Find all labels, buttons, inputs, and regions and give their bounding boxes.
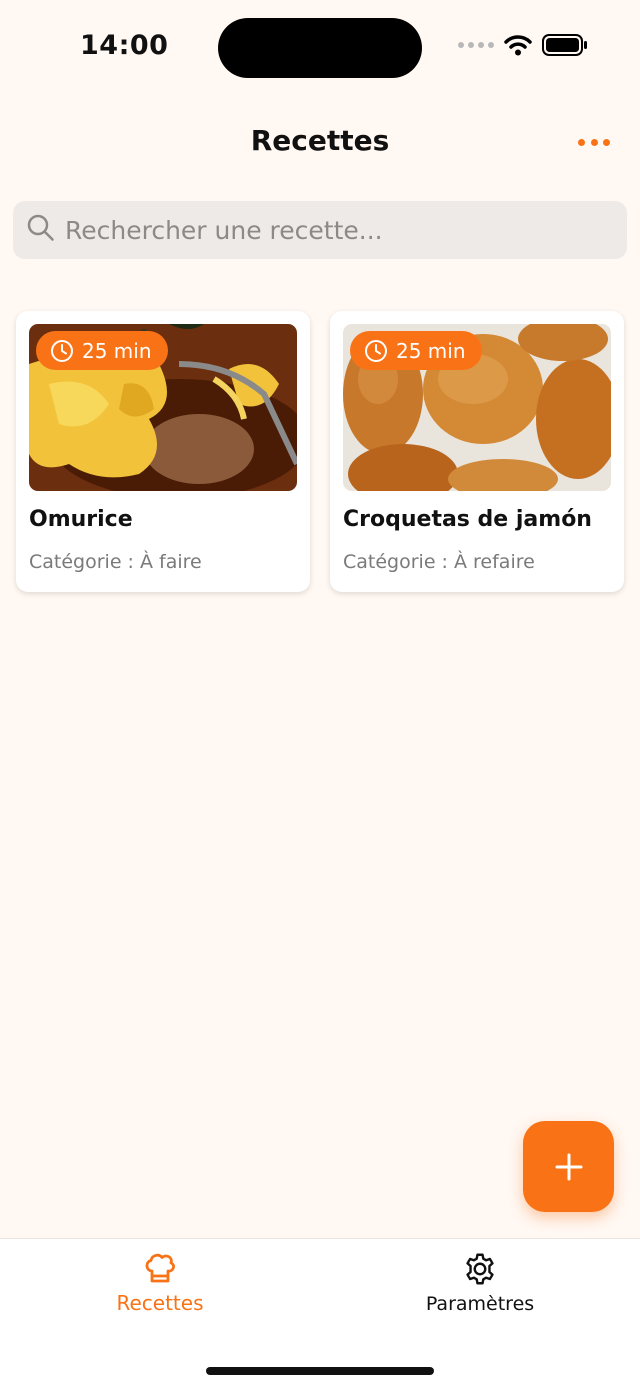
- search-bar: [13, 201, 627, 259]
- wifi-icon: [504, 35, 532, 56]
- status-icons: [458, 34, 588, 56]
- recipe-photo-omurice: 25 min: [29, 324, 297, 491]
- plus-icon: [555, 1153, 582, 1180]
- chef-hat-icon: [145, 1253, 175, 1283]
- home-indicator: [206, 1367, 434, 1375]
- cellular-signal-icon: [458, 42, 494, 48]
- duration-text: 25 min: [396, 338, 466, 363]
- status-time: 14:00: [80, 30, 169, 61]
- recipe-card-croquetas[interactable]: 25 min Croquetas de jamón Catégorie : À …: [330, 311, 624, 592]
- page-title: Recettes: [250, 124, 390, 157]
- recipe-title: Omurice: [29, 507, 133, 532]
- search-input[interactable]: [65, 201, 605, 259]
- tab-recettes[interactable]: Recettes: [60, 1251, 260, 1315]
- more-options-button[interactable]: [578, 134, 610, 150]
- recipe-category: Catégorie : À faire: [29, 551, 202, 573]
- clock-icon: [365, 339, 387, 362]
- recipe-category: Catégorie : À refaire: [343, 551, 535, 573]
- add-recipe-button[interactable]: [523, 1121, 614, 1212]
- recipe-photo-croquetas: 25 min: [343, 324, 611, 491]
- more-dots-icon: [578, 138, 585, 146]
- search-icon: [27, 214, 54, 241]
- battery-icon: [542, 34, 587, 56]
- duration-text: 25 min: [82, 338, 152, 363]
- nav-header: Recettes: [0, 112, 640, 172]
- clock-icon: [51, 339, 73, 362]
- tab-label-parametres: Paramètres: [425, 1293, 535, 1315]
- dynamic-island: [218, 18, 422, 78]
- status-bar: 14:00: [0, 0, 640, 100]
- recipe-title: Croquetas de jamón: [343, 507, 592, 532]
- tab-parametres[interactable]: Paramètres: [380, 1251, 580, 1315]
- duration-badge: 25 min: [36, 331, 168, 370]
- tab-label-recettes: Recettes: [116, 1291, 204, 1315]
- duration-badge: 25 min: [350, 331, 482, 370]
- tab-bar: Recettes Paramètres: [0, 1238, 640, 1392]
- recipe-card-omurice[interactable]: 25 min Omurice Catégorie : À faire: [16, 311, 310, 592]
- gear-icon: [466, 1253, 494, 1285]
